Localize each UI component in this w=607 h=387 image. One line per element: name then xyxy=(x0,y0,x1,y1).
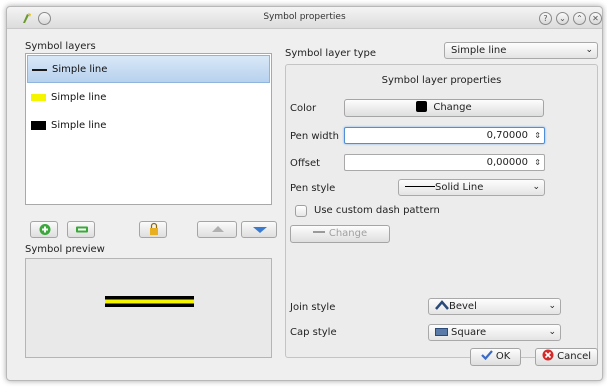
pen-style-value: Solid Line xyxy=(435,182,484,193)
help-button[interactable]: ? xyxy=(539,12,552,25)
move-layer-up-button[interactable] xyxy=(197,221,237,238)
layer-item-label: Simple line xyxy=(52,64,108,75)
cap-style-select[interactable]: Square ⌄ xyxy=(428,324,561,341)
symbol-layers-list[interactable]: Simple line Simple line Simple line xyxy=(25,53,272,205)
pen-width-input[interactable]: 0,70000 ⇕ xyxy=(344,127,545,144)
offset-input[interactable]: 0,00000 ⇕ xyxy=(344,154,545,171)
symbol-preview xyxy=(25,258,272,358)
layer-item-label: Simple line xyxy=(51,92,107,103)
symbol-layer-type-label: Symbol layer type xyxy=(285,48,377,59)
ok-label: OK xyxy=(495,351,511,362)
layer-item-1[interactable]: Simple line xyxy=(27,55,270,83)
symbol-preview-heading: Symbol preview xyxy=(25,244,105,255)
move-layer-down-button[interactable] xyxy=(241,221,277,238)
dash-change-label: Change xyxy=(328,228,368,239)
cap-style-label: Cap style xyxy=(290,327,337,338)
pen-width-value: 0,70000 xyxy=(486,130,528,141)
color-change-button[interactable]: Change xyxy=(344,99,544,117)
color-label: Color xyxy=(290,103,317,114)
pen-style-select[interactable]: Solid Line ⌄ xyxy=(398,179,545,196)
chevron-down-icon: ⌄ xyxy=(585,45,593,55)
join-style-label: Join style xyxy=(290,302,336,313)
cancel-label: Cancel xyxy=(557,351,592,362)
maximize-button[interactable]: ⌃ xyxy=(573,12,586,25)
remove-layer-button[interactable] xyxy=(67,221,95,238)
chevron-down-icon: ⌄ xyxy=(548,327,556,337)
arrow-up-icon xyxy=(212,226,224,232)
pen-style-label: Pen style xyxy=(290,183,336,194)
add-icon xyxy=(39,224,51,235)
layer-item-2[interactable]: Simple line xyxy=(27,84,270,112)
custom-dash-checkbox[interactable] xyxy=(295,205,307,217)
arrow-down-icon xyxy=(253,227,267,233)
chevron-down-icon: ⌄ xyxy=(532,182,540,192)
join-style-value: Bevel xyxy=(449,301,477,312)
color-change-label: Change xyxy=(433,102,472,113)
black-block-swatch-icon xyxy=(31,121,46,130)
symbol-layer-properties-panel: Symbol layer properties Color Change Pen… xyxy=(285,64,598,358)
dash-line-sample-icon xyxy=(312,231,325,233)
window-title: Symbol properties xyxy=(263,12,346,22)
spin-arrows-icon[interactable]: ⇕ xyxy=(534,128,541,143)
color-swatch-icon xyxy=(416,101,428,112)
cap-style-value: Square xyxy=(451,327,487,338)
layer-item-label: Simple line xyxy=(51,120,107,131)
yellow-block-swatch-icon xyxy=(31,94,46,101)
line-preview-graphic xyxy=(105,296,194,307)
offset-value: 0,00000 xyxy=(486,157,528,168)
minimize-button[interactable]: ⌄ xyxy=(556,12,569,25)
lock-icon xyxy=(150,222,158,235)
line-swatch-icon xyxy=(32,69,47,71)
symbol-layers-heading: Symbol layers xyxy=(25,41,96,52)
ok-button[interactable]: OK xyxy=(470,348,521,366)
spin-arrows-icon[interactable]: ⇕ xyxy=(534,155,541,170)
symbol-properties-window: Symbol properties ? ⌄ ⌃ ✕ Symbol layers … xyxy=(6,6,603,381)
chevron-down-icon: ⌄ xyxy=(548,301,556,311)
remove-icon xyxy=(76,226,88,233)
join-style-select[interactable]: Bevel ⌄ xyxy=(428,298,561,315)
dash-change-button[interactable]: Change xyxy=(290,225,390,243)
symbol-layer-type-select[interactable]: Simple line ⌄ xyxy=(444,42,598,59)
properties-heading: Symbol layer properties xyxy=(381,75,502,86)
offset-label: Offset xyxy=(290,158,321,169)
symbol-layer-type-value: Simple line xyxy=(451,45,507,56)
solid-line-sample-icon xyxy=(405,186,435,187)
titlebar: Symbol properties ? ⌄ ⌃ ✕ xyxy=(7,7,602,29)
bevel-join-icon xyxy=(435,300,449,310)
pen-width-label: Pen width xyxy=(290,131,339,142)
custom-dash-label: Use custom dash pattern xyxy=(314,205,440,216)
add-layer-button[interactable] xyxy=(30,221,58,238)
cancel-icon xyxy=(542,349,554,361)
checkmark-icon xyxy=(480,350,493,361)
cancel-button[interactable]: Cancel xyxy=(535,348,598,366)
lock-layer-button[interactable] xyxy=(139,221,167,238)
layer-item-3[interactable]: Simple line xyxy=(27,112,270,140)
close-button[interactable]: ✕ xyxy=(589,12,602,25)
square-cap-icon xyxy=(435,328,448,336)
